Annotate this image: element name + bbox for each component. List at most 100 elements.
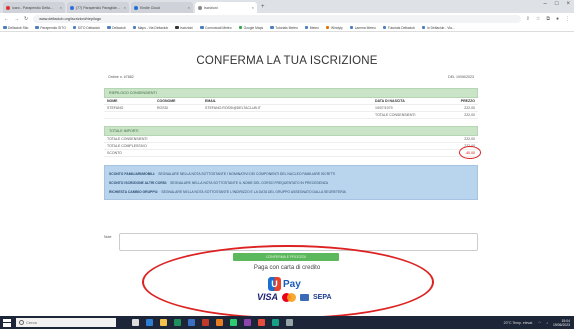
app-icon[interactable]: [272, 319, 279, 326]
windows-taskbar: Cerca 20°C Temp. elevat. ◠ ♪ 15:04 19/06…: [0, 316, 574, 329]
bookmark-icon: [421, 25, 426, 30]
maximize-icon[interactable]: □: [555, 1, 559, 7]
edge-icon[interactable]: [146, 319, 153, 326]
forward-icon[interactable]: →: [14, 16, 19, 22]
word-icon[interactable]: [188, 319, 195, 326]
address-bar[interactable]: www.deltaclub.org/iscrizioni/riepilogo: [33, 14, 521, 23]
share-icon[interactable]: ⇪: [526, 16, 530, 22]
bookmark-icon: [175, 25, 179, 30]
app-icon[interactable]: [244, 319, 251, 326]
grand-total-row: TOTALE COMPLESSIVO 222,00: [104, 143, 478, 150]
participants-section-header: RIEPILOGO CONSENSIENTI: [104, 88, 478, 98]
bookmarks-bar: Deltaclub Sito Parapendio SITO SITO Delt…: [0, 24, 574, 32]
close-icon[interactable]: ×: [124, 5, 126, 10]
browser-tab-active[interactable]: Iscrizioni ×: [195, 2, 257, 13]
menu-icon[interactable]: ⋮: [565, 16, 570, 22]
app-icon[interactable]: [230, 319, 237, 326]
clock[interactable]: 15:04 19/06/2023: [553, 319, 570, 327]
bookmark-icon: [238, 25, 243, 30]
app-icon[interactable]: [286, 319, 293, 326]
taskbar-apps: [132, 319, 293, 326]
extensions-icon[interactable]: ⧉: [546, 16, 550, 22]
order-meta: Ordine n. #7882 DEL 19/06/2023: [104, 73, 478, 81]
network-icon[interactable]: ◠: [538, 321, 541, 325]
bookmark-item[interactable]: SITO Deltaclub: [72, 25, 100, 30]
page-content: CONFERMA LA TUA ISCRIZIONE Ordine n. #78…: [0, 33, 574, 319]
tab-favicon-icon: [6, 5, 10, 10]
bookmark-item[interactable]: Maps - Via Deltaclub: [132, 26, 168, 30]
tab-favicon-icon: [134, 5, 138, 10]
bookmark-item[interactable]: Iscrizioni: [175, 26, 193, 30]
task-view-icon[interactable]: [132, 319, 139, 326]
bookmark-icon: [304, 25, 309, 30]
bookmark-icon: [200, 25, 204, 30]
star-icon[interactable]: ☆: [536, 16, 540, 22]
bookmark-item[interactable]: Meteo: [304, 25, 319, 30]
tab-favicon-icon: [70, 5, 74, 10]
app-icon[interactable]: [258, 319, 265, 326]
pdf-icon[interactable]: [202, 319, 209, 326]
window-controls: – □ ×: [544, 1, 570, 7]
tab-label: Icaro - Parapendio Delta...: [12, 5, 53, 10]
chrome-icon[interactable]: [174, 319, 181, 326]
bookmark-item[interactable]: Deltaclub Sito: [3, 26, 28, 30]
bookmark-icon: [325, 25, 330, 30]
tab-label: (77) Parapendio Paraglide...: [76, 5, 120, 10]
bookmark-icon: [35, 25, 39, 30]
table-header-row: NOME COGNOME EMAIL DATA DI NASCITA PREZZ…: [104, 98, 478, 105]
close-icon[interactable]: ×: [252, 5, 254, 10]
annotation-circle-payment: [142, 245, 434, 319]
info-box: SCONTO FAMILIARI/MOBILI: SEGNALARE NELLA …: [104, 165, 478, 200]
bookmark-icon: [72, 25, 77, 30]
participants-total-row: TOTALE CONSENSIENTI 222,00: [104, 112, 478, 119]
windows-start-icon[interactable]: [3, 318, 11, 327]
total-row: TOTALE CONSENSIENTI 222,00: [104, 136, 478, 143]
app-icon[interactable]: [216, 319, 223, 326]
close-icon[interactable]: ×: [188, 5, 190, 10]
back-icon[interactable]: ←: [4, 16, 9, 22]
order-summary: Ordine n. #7882 DEL 19/06/2023 RIEPILOGO…: [104, 73, 481, 200]
bookmark-item[interactable]: Tutorials Meteo: [270, 26, 298, 30]
close-window-icon[interactable]: ×: [566, 1, 570, 7]
bookmark-item[interactable]: Tutorials Deltaclub: [382, 25, 415, 30]
bookmark-item[interactable]: Deltaclub: [107, 26, 126, 30]
annotation-circle-discount: [459, 146, 481, 159]
minimize-icon[interactable]: –: [544, 1, 547, 7]
order-date: DEL 19/06/2023: [448, 75, 474, 79]
profile-icon[interactable]: ●: [556, 16, 559, 22]
system-tray: 20°C Temp. elevat. ◠ ♪ 15:04 19/06/2023: [504, 319, 574, 327]
bookmark-item[interactable]: Comunicati Meteo: [200, 26, 232, 30]
info-line: SCONTO ISCRIZIONE ALTRI CORSI: SEGNALARE …: [109, 180, 328, 185]
bookmark-item[interactable]: In Deltaclub - Via...: [421, 25, 455, 30]
weather-widget[interactable]: 20°C Temp. elevat.: [504, 321, 534, 325]
bookmark-item[interactable]: Google Maps: [238, 25, 263, 30]
bookmark-icon: [349, 25, 354, 30]
browser-tab-3[interactable]: Kindle Cloud ×: [131, 2, 193, 13]
browser-tabbar: Icaro - Parapendio Delta... × (77) Parape…: [0, 0, 574, 13]
notes-label: Note: [104, 235, 112, 239]
browser-tab-1[interactable]: Icaro - Parapendio Delta... ×: [3, 2, 65, 13]
bookmark-icon: [270, 25, 274, 30]
bookmark-item[interactable]: Lamma Meteo: [349, 25, 376, 30]
discount-row: SCONTO -40,00: [104, 146, 481, 159]
new-tab-icon[interactable]: +: [261, 2, 265, 13]
tab-label: Kindle Cloud: [140, 5, 160, 10]
table-row: STEFANO ROSSI STEFANO.ROSSI@DELTACLUB.IT…: [104, 105, 478, 112]
info-line: RICHIESTA CAMBIO GRUPPO: SEGNALARE NELLA …: [109, 189, 346, 194]
bookmark-item[interactable]: Parapendio SITO: [35, 25, 66, 30]
bookmark-item[interactable]: Windyty: [325, 25, 343, 30]
close-icon[interactable]: ×: [60, 5, 62, 10]
browser-toolbar: ← → ↻ www.deltaclub.org/iscrizioni/riepi…: [0, 13, 574, 24]
browser-tab-2[interactable]: (77) Parapendio Paraglide... ×: [67, 2, 129, 13]
tab-favicon-icon: [198, 5, 202, 10]
imports-section-header: TOTALE IMPORTI: [104, 126, 478, 136]
page-title: CONFERMA LA TUA ISCRIZIONE: [196, 55, 378, 67]
tab-label: Iscrizioni: [204, 5, 218, 10]
bookmark-icon: [382, 25, 387, 30]
volume-icon[interactable]: ♪: [546, 321, 548, 325]
file-explorer-icon[interactable]: [160, 319, 167, 326]
reload-icon[interactable]: ↻: [24, 16, 28, 22]
order-number: Ordine n. #7882: [108, 75, 134, 79]
taskbar-search-input[interactable]: Cerca: [16, 318, 116, 327]
bookmark-icon: [3, 25, 7, 30]
